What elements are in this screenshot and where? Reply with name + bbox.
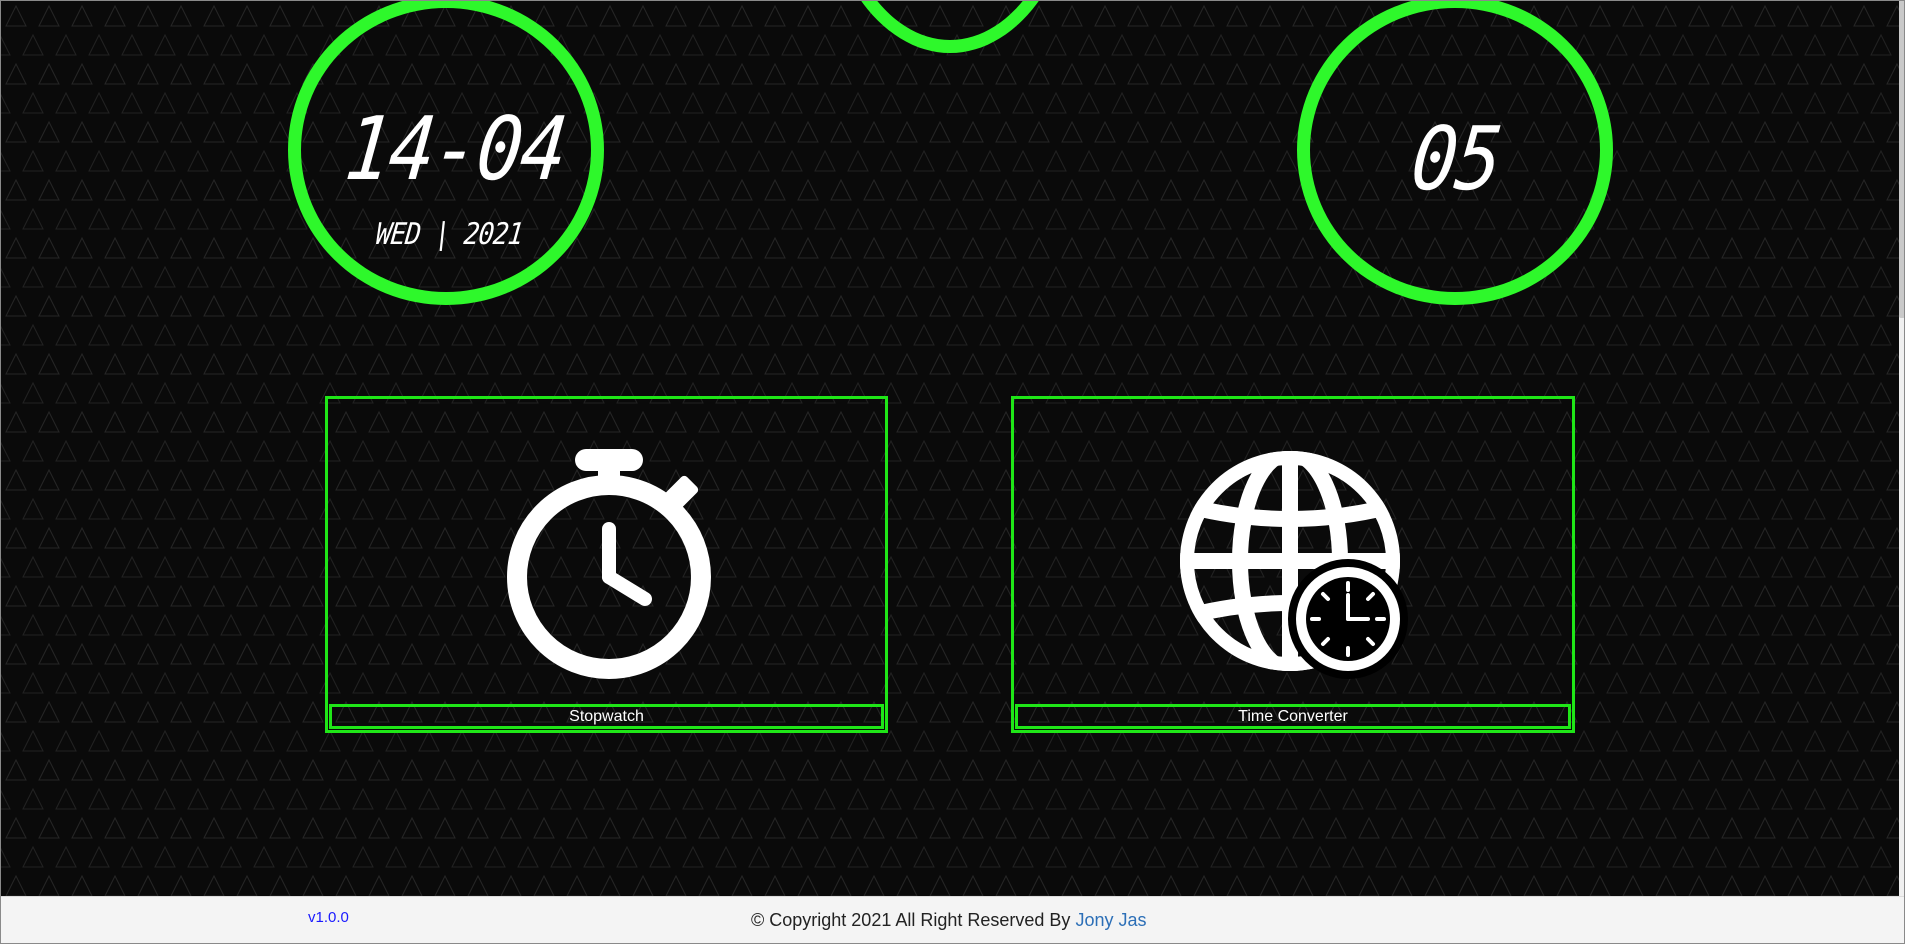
footer: v1.0.0 © Copyright 2021 All Right Reserv… — [0, 896, 1905, 944]
scrollbar-track[interactable] — [1899, 0, 1905, 896]
stopwatch-card[interactable]: Stopwatch — [325, 396, 888, 733]
date-display: 14-04 — [340, 97, 571, 200]
time-converter-caption[interactable]: Time Converter — [1015, 704, 1571, 729]
copyright-text: © Copyright 2021 All Right Reserved By — [751, 910, 1071, 930]
globe-clock-icon — [1180, 451, 1408, 679]
author-link[interactable]: Jony Jas — [1075, 910, 1146, 930]
stopwatch-caption[interactable]: Stopwatch — [329, 704, 884, 729]
day-year-display: WED | 2021 — [374, 217, 525, 253]
scrollbar-thumb[interactable] — [1899, 0, 1905, 318]
stopwatch-icon — [506, 449, 711, 679]
time-converter-card[interactable]: Time Converter — [1011, 396, 1575, 733]
hour-display: 05 — [1406, 107, 1506, 210]
background-pattern — [0, 0, 1905, 896]
copyright-notice: © Copyright 2021 All Right Reserved By J… — [751, 910, 1146, 931]
version-label: v1.0.0 — [308, 909, 349, 926]
